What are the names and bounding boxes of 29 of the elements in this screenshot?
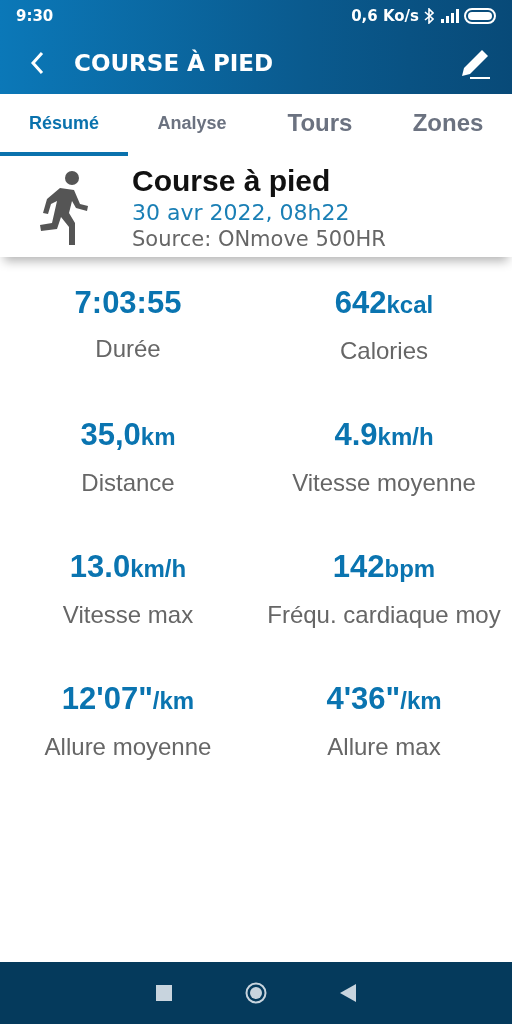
stat-value: 142bpm — [332, 548, 436, 586]
activity-name: Course à pied — [132, 164, 332, 198]
stat-value: 35,0km — [80, 416, 176, 454]
stat-value: 4.9km/h — [334, 416, 434, 454]
stat-label: Fréqu. cardiaque moy — [266, 600, 502, 630]
back-button[interactable] — [30, 51, 44, 75]
stat-value: 13.0km/h — [69, 548, 187, 586]
bluetooth-icon — [424, 8, 434, 24]
stat-label: Distance — [80, 468, 176, 498]
signal-icon — [439, 9, 459, 23]
square-icon[interactable] — [156, 985, 173, 1001]
activity-date: 30 avr 2022, 08h22 — [132, 200, 351, 225]
stat-value: 12'07"/km — [61, 680, 195, 718]
activity-source: Source: ONmove 500HR — [132, 227, 386, 251]
header-title: COURSE À PIED — [74, 50, 275, 76]
stat-label: Durée — [94, 334, 162, 364]
stat-label: Vitesse max — [61, 600, 195, 630]
status-time: 9:30 — [16, 7, 54, 25]
stat-value: 4'36"/km — [326, 680, 442, 718]
battery-icon — [464, 8, 496, 24]
stat-label: Vitesse moyenne — [291, 468, 477, 498]
home-icon[interactable] — [245, 982, 267, 1004]
stat-value: 642kcal — [334, 284, 434, 322]
back-icon[interactable] — [339, 984, 356, 1002]
stat-label: Allure moyenne — [43, 732, 213, 762]
stat-value: 7:03:55 — [74, 284, 182, 322]
stat-label: Calories — [339, 336, 429, 366]
stat-label: Allure max — [326, 732, 442, 762]
network-speed: 0,6 Ko/s — [351, 7, 419, 25]
